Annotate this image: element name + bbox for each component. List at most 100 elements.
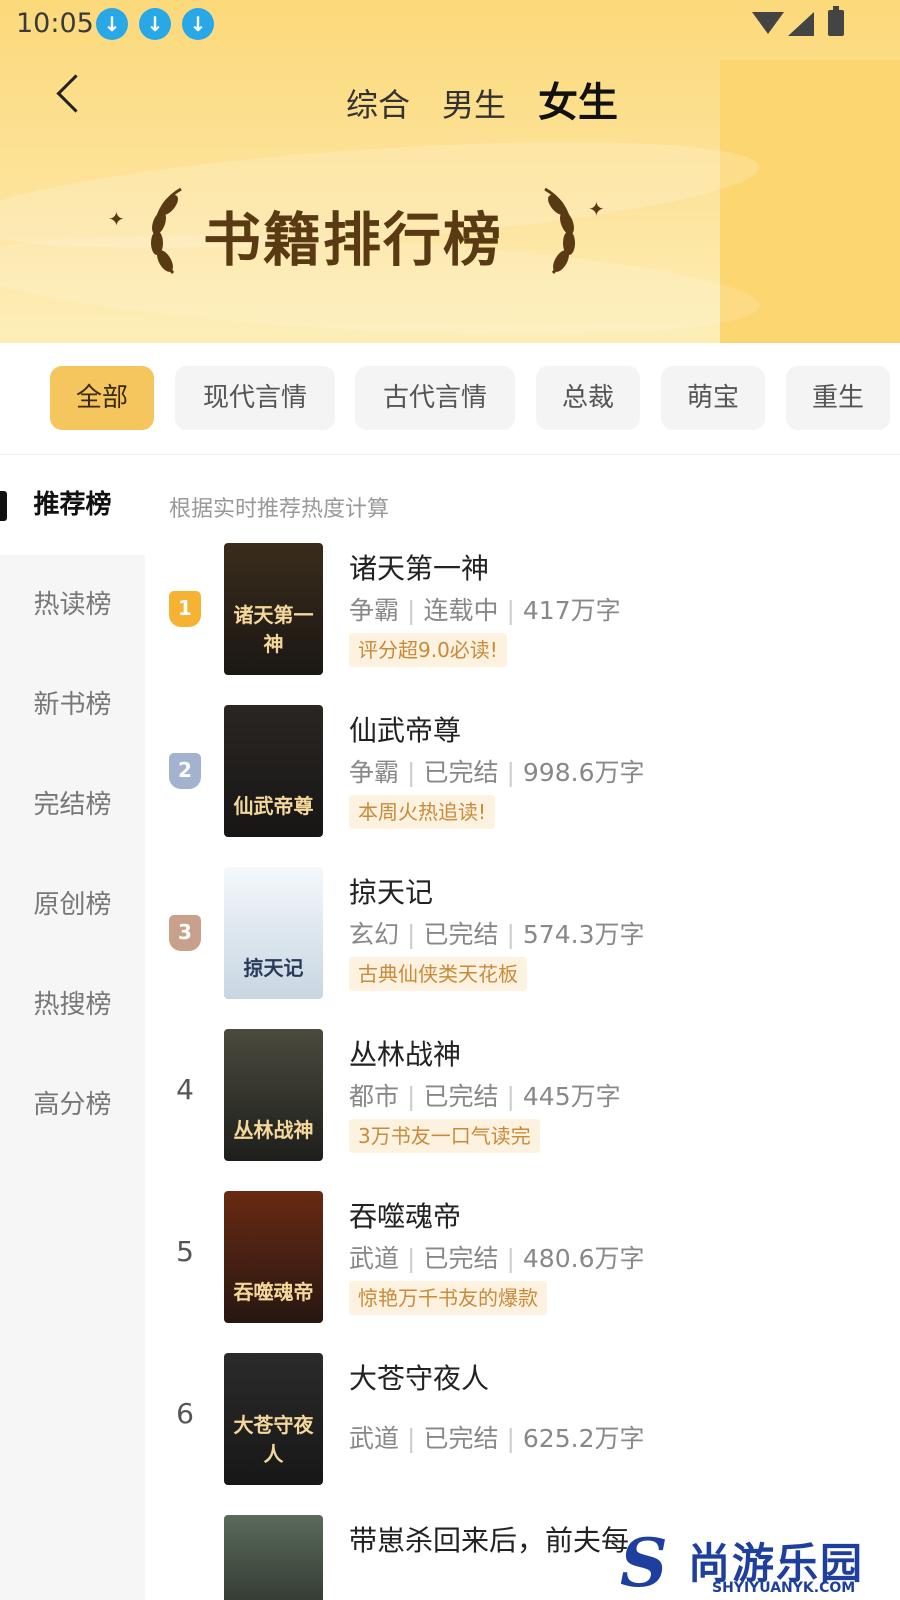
sidebar-item-high-score[interactable]: 高分榜 <box>0 1055 145 1155</box>
book-genre: 玄幻 <box>349 920 400 949</box>
book-genre: 武道 <box>349 1424 400 1453</box>
download-icon: ↓ <box>96 8 128 40</box>
category-pill-all[interactable]: 全部 <box>50 366 154 430</box>
sidebar-item-recommend[interactable]: 推荐榜 <box>0 455 145 555</box>
watermark-letter: S <box>620 1524 668 1600</box>
back-arrow-icon[interactable] <box>50 72 90 116</box>
status-bar: 10:05 ↓ ↓ ↓ <box>0 0 900 48</box>
book-words: 998.6万字 <box>522 758 645 787</box>
meta-separator: | <box>407 1244 416 1273</box>
tab-all[interactable]: 综合 <box>346 80 410 126</box>
meta-separator: | <box>506 1244 515 1273</box>
laurel-left-icon <box>151 187 182 274</box>
book-status: 已完结 <box>423 1424 499 1453</box>
book-row[interactable]: 6 大苍守夜人 大苍守夜人 武道 | 已完结 | 625.2万字 <box>145 1353 900 1518</box>
wifi-icon <box>752 12 784 34</box>
download-icon: ↓ <box>182 8 214 40</box>
book-cover-image[interactable] <box>224 1515 323 1600</box>
download-icon: ↓ <box>139 8 171 40</box>
category-pill-ancient-romance[interactable]: 古代言情 <box>355 366 515 430</box>
book-title[interactable]: 诸天第一神 <box>349 547 489 587</box>
category-pill-rebirth[interactable]: 重生 <box>786 366 890 430</box>
book-highlight-tag: 3万书友一口气读完 <box>349 1119 540 1153</box>
rank-number: 6 <box>176 1397 194 1430</box>
book-meta: 武道 | 已完结 | 480.6万字 <box>349 1239 644 1275</box>
meta-separator: | <box>506 920 515 949</box>
banner-title: 书籍排行榜 <box>203 206 504 274</box>
meta-separator: | <box>407 1424 416 1453</box>
book-cover-title: 掠天记 <box>243 956 304 980</box>
book-status: 已完结 <box>423 1244 499 1273</box>
book-title[interactable]: 掠天记 <box>349 871 433 911</box>
category-pill-cute-baby[interactable]: 萌宝 <box>661 366 765 430</box>
rank-number: 5 <box>176 1235 194 1268</box>
tab-male[interactable]: 男生 <box>442 80 506 126</box>
sidebar-item-hot-search[interactable]: 热搜榜 <box>0 955 145 1055</box>
book-genre: 争霸 <box>349 596 400 625</box>
meta-separator: | <box>506 1082 515 1111</box>
sparkle-icon: ✦ <box>588 197 605 221</box>
rank-badge-icon: 3 <box>169 915 201 951</box>
book-title[interactable]: 带崽杀回来后，前夫每 <box>349 1519 629 1559</box>
book-meta: 争霸 | 连载中 | 417万字 <box>349 591 621 627</box>
rank-number: 4 <box>176 1073 194 1106</box>
book-cover-title: 吞噬魂帝 <box>233 1280 314 1304</box>
sidebar-item-completed[interactable]: 完结榜 <box>0 755 145 855</box>
book-row[interactable]: 5 吞噬魂帝 吞噬魂帝 武道 | 已完结 | 480.6万字 惊艳万千书友的爆款 <box>145 1191 900 1356</box>
watermark-domain: SHYIYUANYK.COM <box>712 1580 856 1596</box>
book-row[interactable]: 4 丛林战神 丛林战神 都市 | 已完结 | 445万字 3万书友一口气读完 <box>145 1029 900 1194</box>
book-highlight-tag: 古典仙侠类天花板 <box>349 957 527 991</box>
book-row[interactable]: 1 诸天第一神 诸天第一神 争霸 | 连载中 | 417万字 评分超9.0必读! <box>145 543 900 708</box>
header-banner: 10:05 ↓ ↓ ↓ 综合 男生 女生 ✦ 书籍排行榜 ✦ <box>0 0 900 343</box>
book-highlight-tag: 评分超9.0必读! <box>349 633 507 667</box>
book-cover-image[interactable]: 吞噬魂帝 <box>224 1191 323 1323</box>
tab-female[interactable]: 女生 <box>538 70 618 128</box>
book-words: 574.3万字 <box>522 920 645 949</box>
book-title[interactable]: 丛林战神 <box>349 1033 461 1073</box>
book-genre: 争霸 <box>349 758 400 787</box>
category-pill-ceo[interactable]: 总裁 <box>536 366 640 430</box>
book-row[interactable]: 2 仙武帝尊 仙武帝尊 争霸 | 已完结 | 998.6万字 本周火热追读! <box>145 705 900 870</box>
book-words: 480.6万字 <box>522 1244 645 1273</box>
list-description: 根据实时推荐热度计算 <box>169 497 390 522</box>
book-status: 已完结 <box>423 920 499 949</box>
book-cover-image[interactable]: 诸天第一神 <box>224 543 323 675</box>
book-title[interactable]: 吞噬魂帝 <box>349 1195 461 1235</box>
meta-separator: | <box>407 758 416 787</box>
book-highlight-tag: 惊艳万千书友的爆款 <box>349 1281 547 1315</box>
sparkle-icon: ✦ <box>108 207 125 231</box>
book-highlight-tag: 本周火热追读! <box>349 795 496 829</box>
ranking-sidebar: 推荐榜 热读榜 新书榜 完结榜 原创榜 热搜榜 高分榜 <box>0 455 145 1600</box>
sidebar-item-original[interactable]: 原创榜 <box>0 855 145 955</box>
book-cover-image[interactable]: 大苍守夜人 <box>224 1353 323 1485</box>
book-ranking-list: 根据实时推荐热度计算 1 诸天第一神 诸天第一神 争霸 | 连载中 | 417万字 评分超9.0… <box>145 455 900 1600</box>
laurel-right-icon <box>544 187 575 274</box>
book-words: 445万字 <box>522 1082 621 1111</box>
battery-icon <box>828 6 844 36</box>
book-words: 625.2万字 <box>522 1424 645 1453</box>
book-cover-image[interactable]: 仙武帝尊 <box>224 705 323 837</box>
meta-separator: | <box>506 596 515 625</box>
banner-title-group: ✦ 书籍排行榜 ✦ <box>108 185 608 285</box>
book-row[interactable]: 3 掠天记 掠天记 玄幻 | 已完结 | 574.3万字 古典仙侠类天花板 <box>145 867 900 1032</box>
meta-separator: | <box>506 1424 515 1453</box>
gender-tabs: 综合 男生 女生 <box>346 70 618 126</box>
book-status: 已完结 <box>423 758 499 787</box>
book-status: 连载中 <box>423 596 499 625</box>
book-genre: 都市 <box>349 1082 400 1111</box>
book-cover-image[interactable]: 掠天记 <box>224 867 323 999</box>
category-filter-bar: 全部 现代言情 古代言情 总裁 萌宝 重生 <box>0 343 900 455</box>
book-title[interactable]: 仙武帝尊 <box>349 709 461 749</box>
category-pill-modern-romance[interactable]: 现代言情 <box>175 366 335 430</box>
book-title[interactable]: 大苍守夜人 <box>349 1357 489 1397</box>
book-status: 已完结 <box>423 1082 499 1111</box>
book-cover-title: 诸天第一神 <box>233 603 314 656</box>
sidebar-item-new[interactable]: 新书榜 <box>0 655 145 755</box>
book-cover-title: 仙武帝尊 <box>233 794 314 818</box>
watermark-logo: S 尚游乐园 SHYIYUANYK.COM <box>620 1530 900 1600</box>
book-cover-image[interactable]: 丛林战神 <box>224 1029 323 1161</box>
status-time: 10:05 <box>16 8 94 39</box>
book-meta: 都市 | 已完结 | 445万字 <box>349 1077 621 1113</box>
sidebar-item-hot-read[interactable]: 热读榜 <box>0 555 145 655</box>
meta-separator: | <box>407 1082 416 1111</box>
